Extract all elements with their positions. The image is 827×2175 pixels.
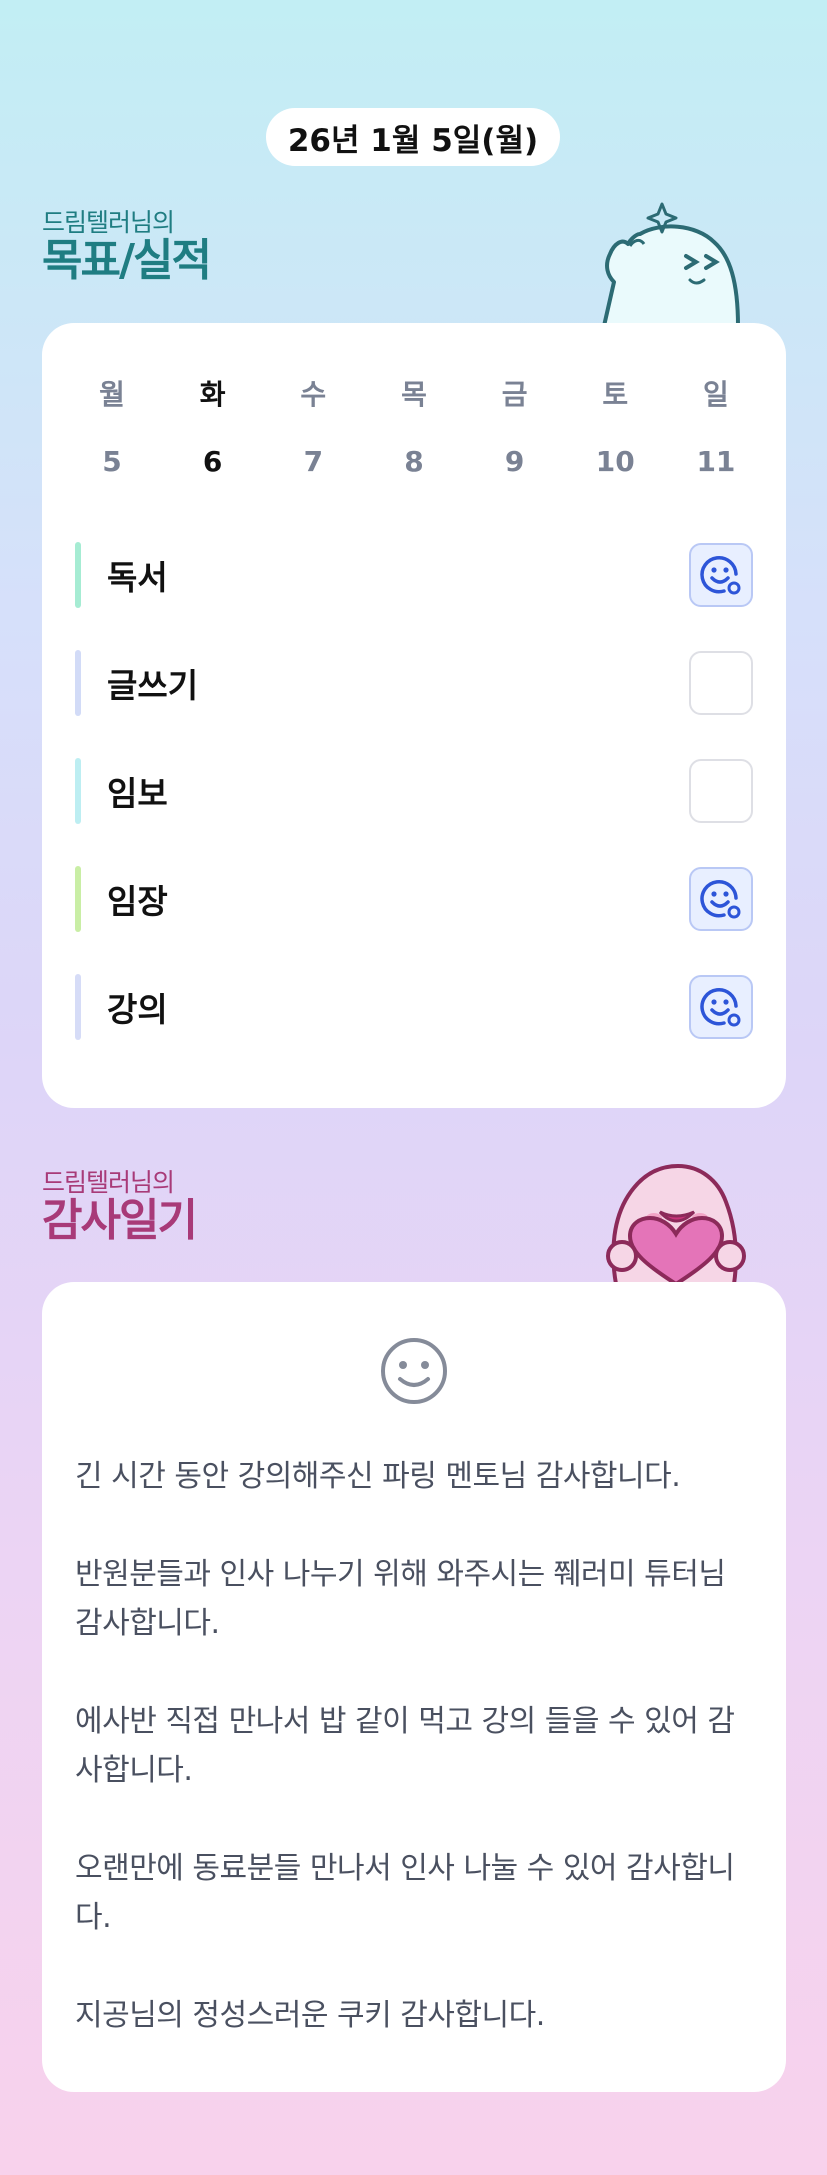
heart-hugging-mascot-icon: [606, 1163, 746, 1284]
day-name: 일: [703, 378, 729, 411]
goal-row: 글쓰기: [75, 650, 753, 716]
smile-check-icon: [700, 988, 741, 1027]
goal-color-bar: [75, 866, 81, 932]
goal-section-title: 드림텔러님의 목표/실적: [42, 208, 212, 286]
goal-color-bar: [75, 974, 81, 1040]
goal-label: 임보: [107, 774, 168, 813]
goal-color-bar: [75, 542, 81, 608]
day-name: 금: [501, 378, 528, 411]
day-column[interactable]: 목 8: [374, 373, 454, 478]
day-column[interactable]: 금 9: [475, 373, 555, 478]
date-pill[interactable]: 26년 1월 5일(월): [266, 108, 560, 166]
goal-section-subtitle: 드림텔러님의: [42, 208, 175, 237]
day-number: 10: [595, 445, 635, 478]
goal-label: 강의: [107, 990, 168, 1029]
day-number: 11: [696, 445, 736, 478]
gratitude-section-title: 드림텔러님의 감사일기: [42, 1168, 198, 1246]
goal-label: 임장: [107, 882, 168, 921]
goal-row: 독서: [75, 542, 753, 608]
waving-ghost-mascot-icon: [602, 202, 740, 326]
goal-label: 독서: [107, 558, 168, 597]
day-number: 6: [202, 445, 223, 478]
smile-check-icon: [700, 556, 741, 595]
day-name: 토: [602, 378, 629, 411]
gratitude-entry: 오랜만에 동료분들 만나서 인사 나눌 수 있어 감사합니다.: [75, 1851, 735, 1935]
gratitude-entries: 긴 시간 동안 강의해주신 파링 멘토님 감사합니다. 반원분들과 인사 나누기…: [75, 1452, 756, 2089]
day-column-active[interactable]: 화 6: [173, 373, 253, 478]
goal-check-button[interactable]: [689, 867, 753, 931]
gratitude-section-heading: 감사일기: [42, 1195, 198, 1246]
gratitude-entry: 지공님의 정성스러운 쿠키 감사합니다.: [75, 1998, 545, 2033]
day-number: 8: [404, 445, 424, 478]
gratitude-section-subtitle: 드림텔러님의: [42, 1168, 175, 1197]
day-name: 화: [199, 378, 226, 411]
goal-check-button[interactable]: [689, 975, 753, 1039]
day-name: 수: [300, 378, 327, 411]
day-number: 5: [102, 445, 122, 478]
day-number: 7: [303, 445, 324, 478]
day-name: 월: [99, 378, 125, 411]
day-column[interactable]: 토 10: [575, 373, 655, 478]
goal-label: 글쓰기: [107, 666, 199, 705]
goal-color-bar: [75, 650, 81, 716]
gratitude-entry: 긴 시간 동안 강의해주신 파링 멘토님 감사합니다.: [75, 1459, 681, 1494]
smile-check-icon: [700, 880, 741, 919]
week-selector: 월 5 화 6 수 7 목 8 금 9 토 10 일 11: [72, 373, 756, 478]
goal-row: 임보: [75, 758, 753, 824]
goal-check-button[interactable]: [689, 759, 753, 823]
gratitude-entry: 에사반 직접 만나서 밥 같이 먹고 강의 들을 수 있어 감사합니다.: [75, 1704, 735, 1788]
day-number: 9: [504, 445, 525, 478]
gratitude-card: 긴 시간 동안 강의해주신 파링 멘토님 감사합니다. 반원분들과 인사 나누기…: [42, 1282, 786, 2092]
day-column[interactable]: 수 7: [273, 373, 353, 478]
goal-color-bar: [75, 758, 81, 824]
smile-face-icon: [381, 1338, 447, 1404]
day-name: 목: [401, 378, 427, 411]
gratitude-entry: 반원분들과 인사 나누기 위해 와주시는 쮀러미 튜터님 감사합니다.: [75, 1557, 726, 1641]
day-column[interactable]: 일 11: [676, 373, 756, 478]
goal-row: 강의: [75, 974, 753, 1040]
goal-section-heading: 목표/실적: [42, 235, 212, 286]
goal-check-button[interactable]: [689, 651, 753, 715]
goal-row: 임장: [75, 866, 753, 932]
goal-card: 월 5 화 6 수 7 목 8 금 9 토 10 일 11 독서 글쓰기 임보 …: [42, 323, 786, 1108]
goal-check-button[interactable]: [689, 543, 753, 607]
day-column[interactable]: 월 5: [72, 373, 152, 478]
